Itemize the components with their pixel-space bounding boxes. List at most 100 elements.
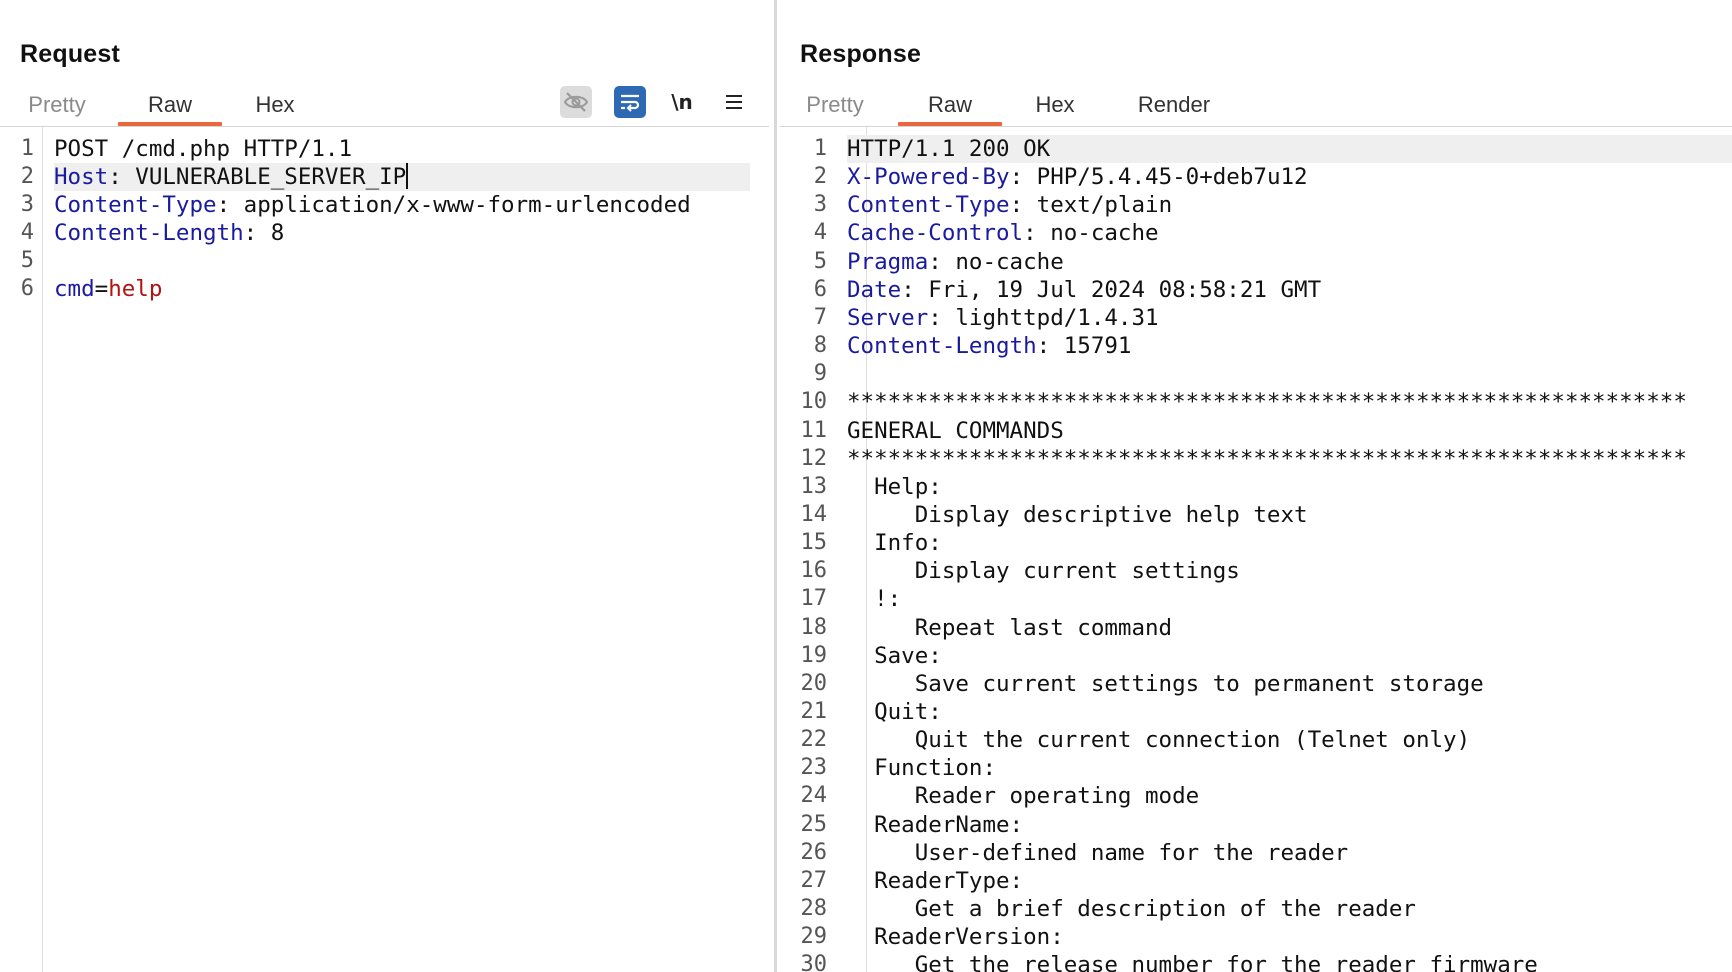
line-number: 23 — [800, 755, 828, 781]
header-name: Content-Length — [847, 333, 1037, 360]
line-number: 26 — [800, 839, 828, 865]
response-line[interactable]: 8 Content-Length: 15791 — [780, 332, 1732, 360]
request-line[interactable]: 2 Host: VULNERABLE_SERVER_IP — [0, 163, 750, 191]
header-value: lighttpd/1.4.31 — [955, 304, 1159, 331]
line-number: 2 — [20, 164, 34, 189]
header-name: Host — [54, 164, 109, 190]
tab-raw[interactable]: Raw — [898, 88, 1002, 126]
request-title: Request — [20, 40, 121, 68]
response-line[interactable]: 9 — [780, 360, 1732, 388]
response-line[interactable]: 26 User-defined name for the reader — [780, 839, 1732, 867]
header-name: Server — [847, 304, 929, 331]
response-line-text: Info: — [847, 530, 942, 557]
line-number: 4 — [813, 220, 827, 246]
tab-pretty[interactable]: Pretty — [8, 88, 106, 126]
header-value: Fri, 19 Jul 2024 08:58:21 GMT — [928, 276, 1322, 303]
response-line-text: ReaderVersion: — [847, 924, 1064, 951]
response-line[interactable]: 25 ReaderName: — [780, 811, 1732, 839]
header-name: X-Powered-By — [847, 164, 1010, 191]
response-line[interactable]: 2 X-Powered-By: PHP/5.4.45-0+deb7u12 — [780, 163, 1732, 191]
tab-hex[interactable]: Hex — [234, 88, 316, 126]
request-line[interactable]: 6 cmd=help — [0, 275, 750, 303]
response-line[interactable]: 10 **************************************… — [780, 388, 1732, 416]
line-number: 12 — [800, 445, 828, 471]
response-line-text: Help: — [847, 473, 942, 500]
response-line[interactable]: 17 !: — [780, 585, 1732, 613]
header-value: 15791 — [1063, 333, 1132, 360]
tab-raw[interactable]: Raw — [118, 88, 222, 126]
line-number: 29 — [800, 924, 828, 950]
request-line[interactable]: 4 Content-Length: 8 — [0, 219, 750, 247]
request-editor[interactable]: 1 POST /cmd.php HTTP/1.1 2 Host: VULNERA… — [0, 127, 773, 972]
separator: : — [1009, 164, 1037, 191]
text-caret — [406, 163, 409, 189]
response-line[interactable]: 28 Get a brief description of the reader — [780, 895, 1732, 923]
header-name: Content-Type — [54, 192, 217, 218]
response-line[interactable]: 15 Info: — [780, 529, 1732, 557]
response-line[interactable]: 11 GENERAL COMMANDS — [780, 417, 1732, 445]
header-value: application/x-www-form-urlencoded — [243, 192, 691, 218]
line-number: 4 — [20, 220, 34, 245]
param-name: cmd — [54, 276, 95, 302]
line-number: 3 — [20, 192, 34, 217]
response-line-text: Get the release number for the reader fi… — [847, 952, 1538, 972]
separator: : — [216, 192, 244, 218]
request-line[interactable]: 1 POST /cmd.php HTTP/1.1 — [0, 135, 750, 163]
response-editor[interactable]: 1 HTTP/1.1 200 OK 2 X-Powered-By: PHP/5.4.4… — [780, 127, 1732, 972]
response-pane: Response Pretty Raw Hex Render 1 HTTP/1.1… — [780, 0, 1732, 972]
response-line[interactable]: 24 Reader operating mode — [780, 782, 1732, 810]
tab-hex[interactable]: Hex — [1014, 88, 1096, 126]
eye-slash-icon[interactable] — [560, 86, 592, 118]
response-line[interactable]: 29 ReaderVersion: — [780, 923, 1732, 951]
separator: : — [1023, 220, 1051, 247]
response-line-text: ****************************************… — [847, 389, 1687, 416]
response-line[interactable]: 12 **************************************… — [780, 445, 1732, 473]
response-line[interactable]: 16 Display current settings — [780, 557, 1732, 585]
word-wrap-icon[interactable] — [614, 86, 646, 118]
response-line-text: User-defined name for the reader — [847, 839, 1349, 866]
response-line[interactable]: 3 Content-Type: text/plain — [780, 191, 1732, 219]
separator: : — [928, 248, 956, 275]
tab-pretty[interactable]: Pretty — [788, 88, 882, 126]
response-line[interactable]: 14 Display descriptive help text — [780, 501, 1732, 529]
pane-splitter[interactable] — [773, 0, 780, 972]
separator: : — [928, 304, 956, 331]
response-line-text: Repeat last command — [847, 614, 1173, 641]
header-name: Content-Length — [54, 220, 244, 246]
tab-render[interactable]: Render — [1112, 88, 1236, 126]
request-line[interactable]: 3 Content-Type: application/x-www-form-u… — [0, 191, 750, 219]
line-number: 5 — [20, 248, 34, 273]
response-line[interactable]: 4 Cache-Control: no-cache — [780, 219, 1732, 247]
line-number: 15 — [800, 530, 828, 556]
line-number: 16 — [800, 558, 828, 584]
response-line-text: ReaderType: — [847, 867, 1024, 894]
response-title: Response — [800, 40, 922, 68]
response-line[interactable]: 7 Server: lighttpd/1.4.31 — [780, 304, 1732, 332]
line-number: 22 — [800, 727, 828, 753]
response-line[interactable]: 21 Quit: — [780, 698, 1732, 726]
response-line-text: Quit: — [847, 699, 942, 725]
response-line[interactable]: 18 Repeat last command — [780, 614, 1732, 642]
response-line[interactable]: 19 Save: — [780, 642, 1732, 670]
response-line[interactable]: 1 HTTP/1.1 200 OK — [780, 135, 1732, 163]
line-number: 6 — [20, 276, 34, 301]
response-line-text: ****************************************… — [847, 445, 1687, 472]
response-line[interactable]: 6 Date: Fri, 19 Jul 2024 08:58:21 GMT — [780, 276, 1732, 304]
response-line[interactable]: 23 Function: — [780, 754, 1732, 782]
newline-toggle-button[interactable]: \n — [666, 86, 698, 118]
response-line[interactable]: 22 Quit the current connection (Telnet o… — [780, 726, 1732, 754]
response-line[interactable]: 13 Help: — [780, 473, 1732, 501]
response-line[interactable]: 30 Get the release number for the reader… — [780, 951, 1732, 972]
response-line-text: Reader operating mode — [847, 783, 1200, 810]
line-number: 5 — [813, 248, 827, 274]
response-line[interactable]: 27 ReaderType: — [780, 867, 1732, 895]
request-line[interactable]: 5 — [0, 247, 750, 275]
response-line-text: Get a brief description of the reader — [847, 896, 1416, 923]
response-line[interactable]: 20 Save current settings to permanent st… — [780, 670, 1732, 698]
separator: : — [901, 276, 929, 303]
response-line-text: Display descriptive help text — [847, 501, 1308, 528]
hamburger-menu-icon[interactable] — [718, 86, 750, 118]
response-line-text: Save: — [847, 642, 942, 669]
line-number: 13 — [800, 473, 828, 499]
response-line[interactable]: 5 Pragma: no-cache — [780, 248, 1732, 276]
